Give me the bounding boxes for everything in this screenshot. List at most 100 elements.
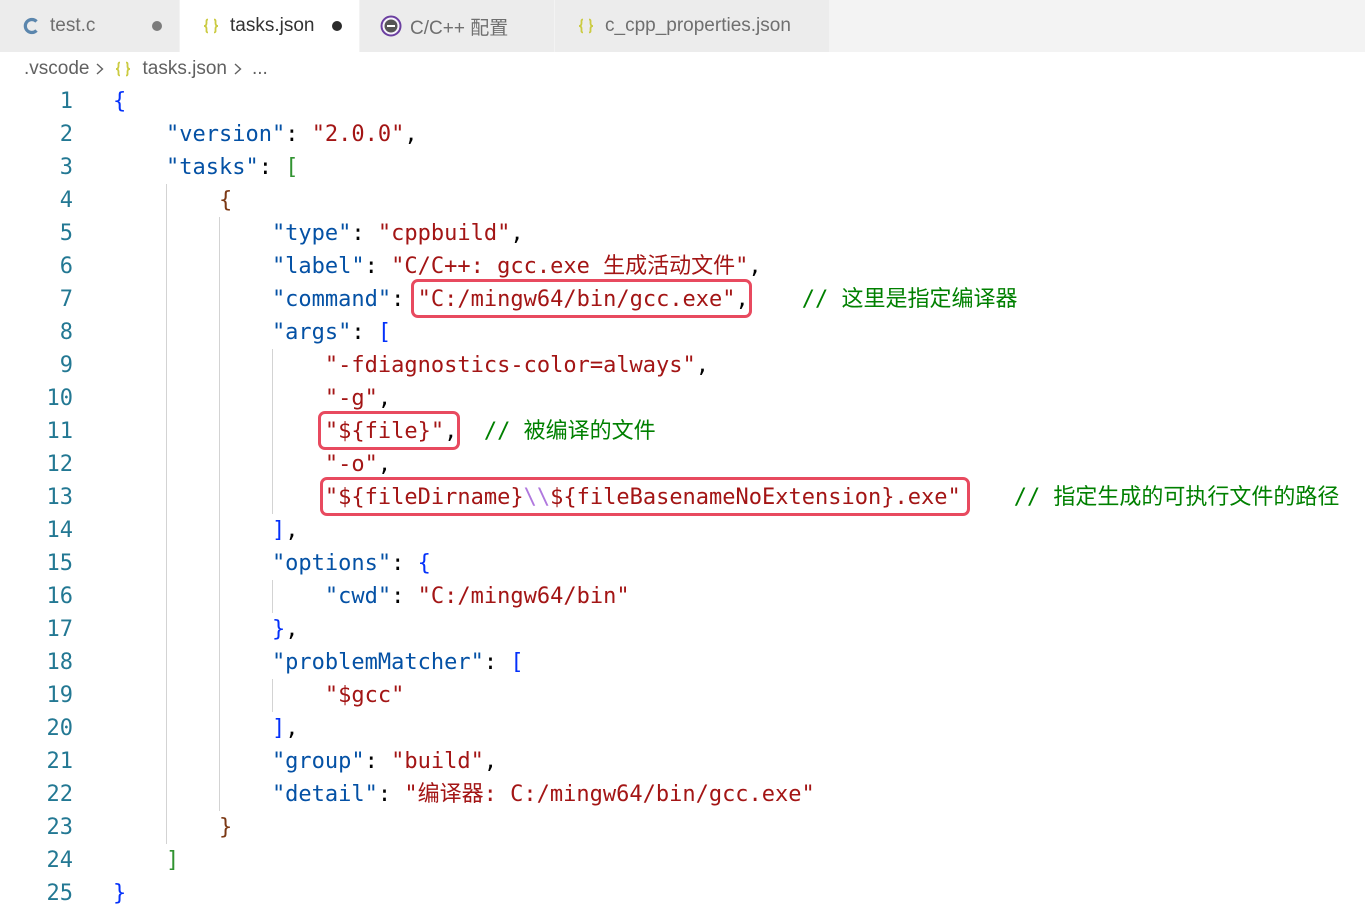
tab-test-c[interactable]: test.c (0, 0, 180, 52)
code-token: "group" (113, 749, 365, 774)
code-text: "-fdiagnostics-color=always", (113, 349, 709, 382)
code-text: "detail": "编译器: C:/mingw64/bin/gcc.exe" (113, 778, 815, 811)
indent-guide (218, 448, 220, 481)
code-line[interactable]: 16 "cwd": "C:/mingw64/bin" (0, 580, 1365, 613)
breadcrumb-file-label: tasks.json (142, 58, 227, 79)
tab-c-cpp-properties-json[interactable]: c_cpp_properties.json (555, 0, 830, 52)
unsaved-dot[interactable] (332, 21, 342, 31)
code-token: "编译器: C:/mingw64/bin/gcc.exe" (404, 782, 815, 807)
unsaved-dot[interactable] (152, 21, 162, 31)
code-token: , (285, 518, 299, 543)
line-number: 7 (59, 287, 73, 312)
breadcrumb-symbols[interactable]: ... (252, 58, 268, 80)
code-text: "${file}", // 被编译的文件 (113, 411, 656, 450)
code-token: , (404, 122, 418, 147)
code-token: [ (510, 650, 524, 675)
code-token: "C:/mingw64/bin/gcc.exe" (417, 287, 736, 312)
indent-guide (271, 415, 273, 448)
indent-guide (218, 547, 220, 580)
json-file-icon (200, 14, 222, 38)
code-token: : (364, 254, 392, 279)
code-token: ] (113, 518, 286, 543)
code-token: // 这里是指定编译器 (748, 287, 1018, 312)
code-token: : (351, 320, 378, 345)
code-line[interactable]: 2 "version": "2.0.0", (0, 118, 1365, 151)
code-line[interactable]: 8 "args": [ (0, 316, 1365, 349)
code-line[interactable]: 12 "-o", (0, 448, 1365, 481)
code-token: "command" (113, 287, 392, 312)
line-number: 10 (46, 386, 74, 411)
code-line[interactable]: 3 "tasks": [ (0, 151, 1365, 184)
indent-guide (218, 250, 220, 283)
code-token: , (483, 749, 498, 774)
code-text: "options": { (113, 547, 431, 580)
code-line[interactable]: 14 ], (0, 514, 1365, 547)
code-line[interactable]: 9 "-fdiagnostics-color=always", (0, 349, 1365, 382)
editor-tab-bar: test.c tasks.json C/C++ 配置 c_cpp_propert… (0, 0, 1365, 52)
code-line[interactable]: 1{ (0, 85, 1365, 118)
indent-guide (165, 613, 167, 646)
code-line[interactable]: 22 "detail": "编译器: C:/mingw64/bin/gcc.ex… (0, 778, 1365, 811)
code-text: { (113, 184, 232, 217)
code-token: "$gcc" (113, 683, 405, 708)
indent-guide (165, 415, 167, 448)
code-token: "cppbuild" (377, 221, 511, 246)
indent-guide (165, 448, 167, 481)
code-text: "args": [ (113, 316, 391, 349)
code-line[interactable]: 15 "options": { (0, 547, 1365, 580)
code-line[interactable]: 25} (0, 877, 1365, 910)
indent-guide (165, 316, 167, 349)
code-line[interactable]: 11 "${file}", // 被编译的文件 (0, 411, 1365, 450)
code-token: "-fdiagnostics-color=always" (113, 353, 696, 378)
code-line[interactable]: 17 }, (0, 613, 1365, 646)
code-text: "tasks": [ (113, 151, 298, 184)
tab-cpp-configuration[interactable]: C/C++ 配置 (360, 0, 555, 52)
code-token: , (285, 617, 299, 642)
code-text: "$gcc" (113, 679, 404, 712)
code-line[interactable]: 23 } (0, 811, 1365, 844)
code-token: "version" (113, 122, 286, 147)
code-token: \\ (523, 485, 551, 510)
code-line[interactable]: 5 "type": "cppbuild", (0, 217, 1365, 250)
code-line[interactable]: 19 "$gcc" (0, 679, 1365, 712)
tab-tasks-json[interactable]: tasks.json (180, 0, 360, 52)
code-token: : (377, 782, 405, 807)
indent-guide (218, 679, 220, 712)
line-number: 18 (46, 650, 74, 675)
code-editor[interactable]: 1{2 "version": "2.0.0", 3 "tasks": [4 {5 … (0, 85, 1365, 912)
code-token: "type" (113, 221, 352, 246)
indent-guide (218, 745, 220, 778)
code-line[interactable]: 6 "label": "C/C++: gcc.exe 生成活动文件", (0, 250, 1365, 283)
indent-guide (165, 811, 167, 844)
line-number: 5 (59, 221, 73, 246)
code-token: } (113, 881, 127, 906)
code-line[interactable]: 7 "command": "C:/mingw64/bin/gcc.exe", /… (0, 279, 1365, 318)
indent-guide (218, 481, 220, 514)
code-token: // 被编译的文件 (457, 419, 656, 444)
code-line[interactable]: 13 "${fileDirname}\\${fileBasenameNoExte… (0, 477, 1365, 516)
code-token: "${fileDirname} (324, 485, 524, 510)
code-line[interactable]: 18 "problemMatcher": [ (0, 646, 1365, 679)
code-text: "label": "C/C++: gcc.exe 生成活动文件", (113, 250, 762, 283)
code-line[interactable]: 24 ] (0, 844, 1365, 877)
indent-guide (165, 382, 167, 415)
code-text: ], (113, 514, 298, 547)
code-line[interactable]: 20 ], (0, 712, 1365, 745)
indent-guide (165, 580, 167, 613)
cpp-extension-icon (380, 14, 402, 38)
indent-guide (165, 745, 167, 778)
indent-guide (165, 679, 167, 712)
code-token: "problemMatcher" (113, 650, 484, 675)
indent-guide (165, 250, 167, 283)
code-line[interactable]: 21 "group": "build", (0, 745, 1365, 778)
code-line[interactable]: 4 { (0, 184, 1365, 217)
indent-guide (218, 217, 220, 250)
indent-guide (218, 382, 220, 415)
line-number: 9 (59, 353, 73, 378)
code-line[interactable]: 10 "-g", (0, 382, 1365, 415)
indent-guide (271, 679, 273, 712)
line-number: 23 (46, 815, 74, 840)
code-text: "problemMatcher": [ (113, 646, 524, 679)
breadcrumb-file[interactable]: tasks.json (114, 58, 227, 80)
breadcrumb-folder[interactable]: .vscode (24, 58, 89, 80)
